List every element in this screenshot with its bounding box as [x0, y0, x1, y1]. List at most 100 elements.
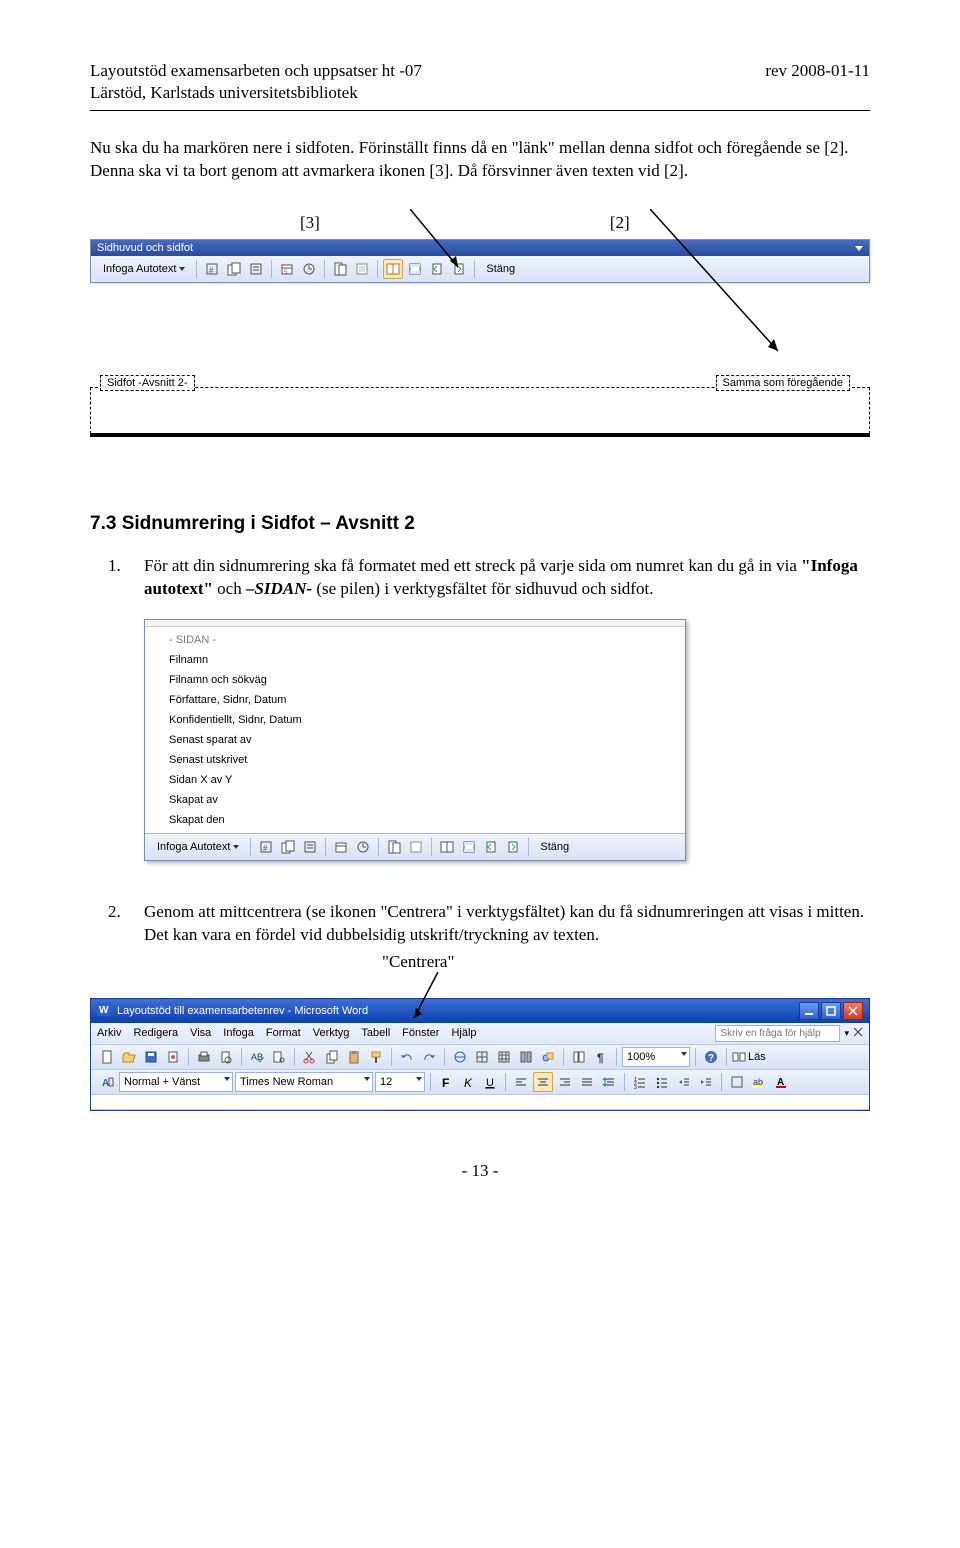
- styles-pane-icon[interactable]: A: [97, 1072, 117, 1092]
- menu-item-sidan-xy[interactable]: Sidan X av Y: [145, 770, 685, 790]
- print-icon[interactable]: [194, 1047, 214, 1067]
- help-icon[interactable]: ?: [701, 1047, 721, 1067]
- menu-infoga[interactable]: Infoga: [223, 1027, 254, 1039]
- menu-item-forfattare[interactable]: Författare, Sidnr, Datum: [145, 690, 685, 710]
- menu-visa[interactable]: Visa: [190, 1027, 211, 1039]
- line-spacing-icon[interactable]: [599, 1072, 619, 1092]
- research-icon[interactable]: [269, 1047, 289, 1067]
- maximize-icon[interactable]: [821, 1002, 841, 1020]
- format-page-number-icon[interactable]: [300, 837, 320, 857]
- hyperlink-icon[interactable]: [450, 1047, 470, 1067]
- menu-item-senast-utskrivet[interactable]: Senast utskrivet: [145, 750, 685, 770]
- bullets-icon[interactable]: [652, 1072, 672, 1092]
- undo-icon[interactable]: [397, 1047, 417, 1067]
- read-label: Läs: [748, 1051, 766, 1063]
- word-window: W Layoutstöd till examensarbetenrev - Mi…: [90, 998, 870, 1111]
- insert-pages-icon[interactable]: [278, 837, 298, 857]
- drawing-icon[interactable]: [538, 1047, 558, 1067]
- justify-icon[interactable]: [577, 1072, 597, 1092]
- copy-icon[interactable]: [322, 1047, 342, 1067]
- insert-time-icon[interactable]: [299, 259, 319, 279]
- borders-icon[interactable]: [727, 1072, 747, 1092]
- menu-item-senast-sparat[interactable]: Senast sparat av: [145, 730, 685, 750]
- menu-hjalp[interactable]: Hjälp: [451, 1027, 476, 1039]
- font-combo[interactable]: Times New Roman: [235, 1072, 373, 1092]
- close-button[interactable]: Stäng: [534, 840, 575, 854]
- tables-borders-icon[interactable]: [472, 1047, 492, 1067]
- zoom-combo[interactable]: 100%: [622, 1047, 690, 1067]
- menu-verktyg[interactable]: Verktyg: [313, 1027, 350, 1039]
- read-button[interactable]: Läs: [732, 1050, 766, 1064]
- insert-date-icon[interactable]: 5: [277, 259, 297, 279]
- highlight-icon[interactable]: ab: [749, 1072, 769, 1092]
- show-hide-text-icon[interactable]: [352, 259, 372, 279]
- cut-icon[interactable]: [300, 1047, 320, 1067]
- list-item-2: 2. Genom att mittcentrera (se ikonen "Ce…: [90, 901, 870, 974]
- insert-date-icon[interactable]: [331, 837, 351, 857]
- header-rule: [90, 110, 870, 111]
- doc-close-icon[interactable]: [853, 1027, 863, 1040]
- menu-fonster[interactable]: Fönster: [402, 1027, 439, 1039]
- menu-item-filnamn[interactable]: Filnamn: [145, 650, 685, 670]
- menu-item-filnamn-sokvag[interactable]: Filnamn och sökväg: [145, 670, 685, 690]
- insert-time-icon[interactable]: [353, 837, 373, 857]
- font-color-icon[interactable]: A: [771, 1072, 791, 1092]
- show-hide-text-icon[interactable]: [406, 837, 426, 857]
- menu-item-skapat-av[interactable]: Skapat av: [145, 790, 685, 810]
- paste-icon[interactable]: [344, 1047, 364, 1067]
- word-titlebar[interactable]: W Layoutstöd till examensarbetenrev - Mi…: [91, 999, 869, 1023]
- menu-redigera[interactable]: Redigera: [133, 1027, 178, 1039]
- menu-arkiv[interactable]: Arkiv: [97, 1027, 121, 1039]
- insert-page-number-icon[interactable]: #: [202, 259, 222, 279]
- help-dropdown-icon[interactable]: ▾: [844, 1028, 849, 1039]
- window-close-icon[interactable]: [843, 1002, 863, 1020]
- insert-page-number-icon[interactable]: #: [256, 837, 276, 857]
- insert-pages-icon[interactable]: [224, 259, 244, 279]
- format-painter-icon[interactable]: [366, 1047, 386, 1067]
- redo-icon[interactable]: [419, 1047, 439, 1067]
- show-previous-icon[interactable]: [481, 837, 501, 857]
- insert-table-icon[interactable]: [494, 1047, 514, 1067]
- increase-indent-icon[interactable]: [696, 1072, 716, 1092]
- save-icon[interactable]: [141, 1047, 161, 1067]
- menu-item-konfidentiellt[interactable]: Konfidentiellt, Sidnr, Datum: [145, 710, 685, 730]
- doc-map-icon[interactable]: [569, 1047, 589, 1067]
- same-as-previous-icon[interactable]: [383, 259, 403, 279]
- menu-format[interactable]: Format: [266, 1027, 301, 1039]
- format-page-number-icon[interactable]: [246, 259, 266, 279]
- help-search-input[interactable]: [715, 1025, 840, 1042]
- same-as-previous-icon[interactable]: [437, 837, 457, 857]
- autotext-button[interactable]: Infoga Autotext: [151, 840, 245, 854]
- fontsize-combo[interactable]: 12: [375, 1072, 425, 1092]
- autotext-button[interactable]: Infoga Autotext: [97, 262, 191, 276]
- spellcheck-icon[interactable]: AB: [247, 1047, 267, 1067]
- align-left-icon[interactable]: [511, 1072, 531, 1092]
- page-setup-icon[interactable]: [330, 259, 350, 279]
- close-button[interactable]: Stäng: [480, 262, 521, 276]
- dropdown-icon[interactable]: [855, 246, 863, 251]
- new-doc-icon[interactable]: [97, 1047, 117, 1067]
- switch-header-footer-icon[interactable]: [459, 837, 479, 857]
- numbering-icon[interactable]: 123: [630, 1072, 650, 1092]
- minimize-icon[interactable]: [799, 1002, 819, 1020]
- chevron-down-icon: [179, 267, 185, 271]
- page-setup-icon[interactable]: [384, 837, 404, 857]
- align-right-icon[interactable]: [555, 1072, 575, 1092]
- menu-tabell[interactable]: Tabell: [361, 1027, 390, 1039]
- bold-icon[interactable]: F: [436, 1072, 456, 1092]
- word-menubar: Arkiv Redigera Visa Infoga Format Verkty…: [91, 1023, 869, 1045]
- permissions-icon[interactable]: [163, 1047, 183, 1067]
- style-combo[interactable]: Normal + Vänst: [119, 1072, 233, 1092]
- show-next-icon[interactable]: [503, 837, 523, 857]
- underline-icon[interactable]: U: [480, 1072, 500, 1092]
- columns-icon[interactable]: [516, 1047, 536, 1067]
- menu-item-sidan[interactable]: - SIDAN -: [145, 630, 685, 650]
- decrease-indent-icon[interactable]: [674, 1072, 694, 1092]
- italic-icon[interactable]: K: [458, 1072, 478, 1092]
- show-hide-paragraph-icon[interactable]: ¶: [591, 1047, 611, 1067]
- open-icon[interactable]: [119, 1047, 139, 1067]
- align-center-icon[interactable]: [533, 1072, 553, 1092]
- toolbar-figure-1: Sidhuvud och sidfot Infoga Autotext # 5: [90, 239, 870, 443]
- menu-item-skapat-den[interactable]: Skapat den: [145, 810, 685, 830]
- print-preview-icon[interactable]: [216, 1047, 236, 1067]
